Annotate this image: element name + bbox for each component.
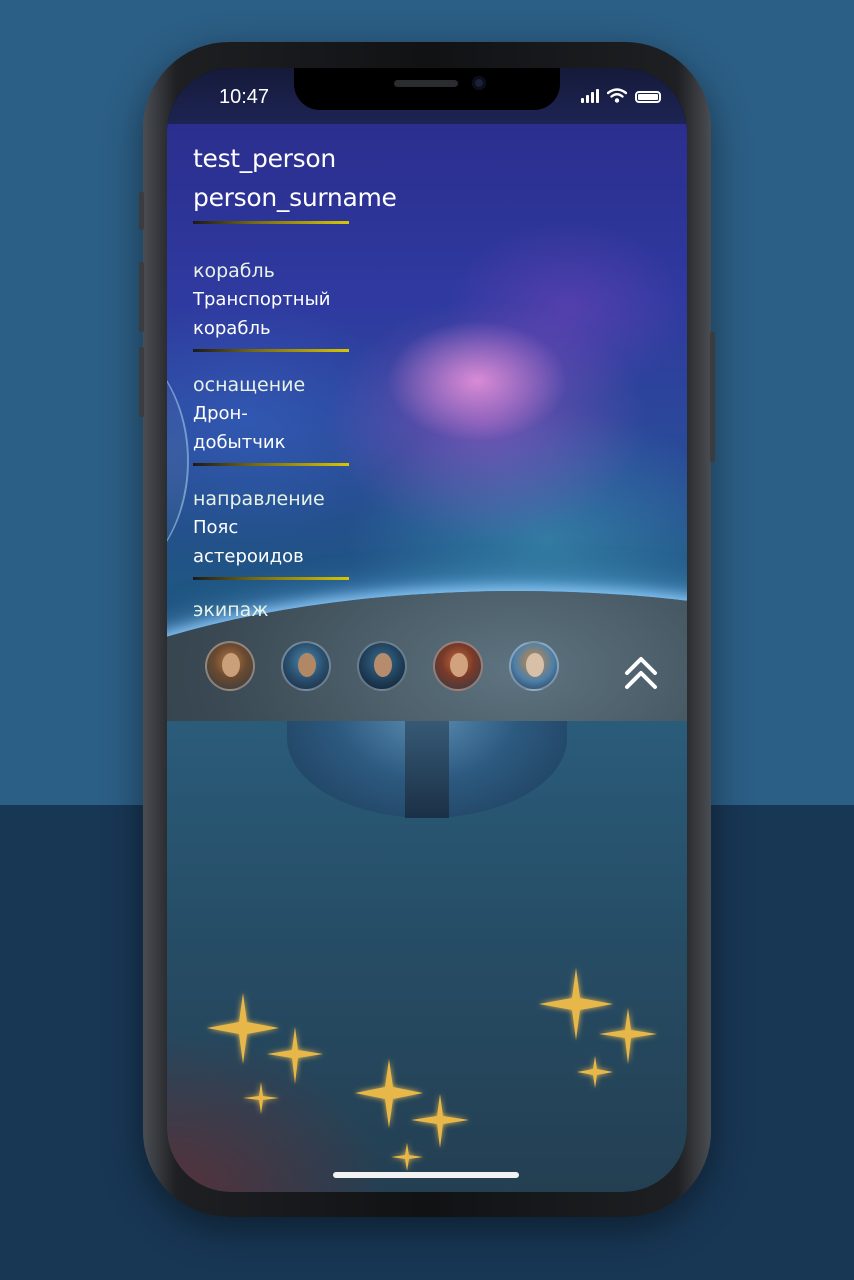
side-button-volume-up <box>139 262 144 332</box>
collapse-button[interactable] <box>619 649 663 699</box>
crew-label: экипаж <box>193 599 269 621</box>
front-camera <box>472 76 486 90</box>
equipment-value-line1: Дрон- <box>193 403 248 424</box>
ship-detail <box>405 708 449 818</box>
phone-screen: 10:47 test_person person_surname корабль… <box>167 68 687 1192</box>
side-button-volume-down <box>139 347 144 417</box>
crew-list <box>205 641 559 691</box>
ship-value-line1: Транспортный <box>193 289 331 310</box>
signal-icon <box>581 89 599 103</box>
status-time: 10:47 <box>219 86 270 108</box>
info-panel: test_person person_surname корабль Транс… <box>167 121 687 721</box>
avatar-crew-2[interactable] <box>281 641 331 691</box>
avatar-crew-4[interactable] <box>433 641 483 691</box>
divider-ship <box>193 349 349 352</box>
double-chevron-up-icon <box>625 657 657 689</box>
person-surname: person_surname <box>193 183 397 212</box>
avatar-crew-3[interactable] <box>357 641 407 691</box>
wifi-icon <box>607 88 627 103</box>
phone-frame: 10:47 test_person person_surname корабль… <box>139 42 715 1217</box>
ship-value-line2: корабль <box>193 318 271 339</box>
planet-edge-left <box>167 331 189 591</box>
equipment-label: оснащение <box>193 374 306 396</box>
battery-icon <box>635 91 661 103</box>
direction-label: направление <box>193 488 325 510</box>
speaker-grille <box>394 80 458 87</box>
notch <box>294 68 560 110</box>
direction-value-line2: астероидов <box>193 546 304 567</box>
equipment-value-line2: добытчик <box>193 432 286 453</box>
home-indicator[interactable] <box>333 1172 519 1178</box>
side-button-mute <box>139 192 144 230</box>
side-button-power <box>710 332 715 462</box>
direction-value-line1: Пояс <box>193 517 239 538</box>
status-icons <box>581 88 661 103</box>
avatar-crew-5[interactable] <box>509 641 559 691</box>
divider-name <box>193 221 349 224</box>
avatar-crew-1[interactable] <box>205 641 255 691</box>
ship-label: корабль <box>193 260 275 282</box>
divider-equipment <box>193 463 349 466</box>
person-first-name: test_person <box>193 144 336 173</box>
divider-direction <box>193 577 349 580</box>
